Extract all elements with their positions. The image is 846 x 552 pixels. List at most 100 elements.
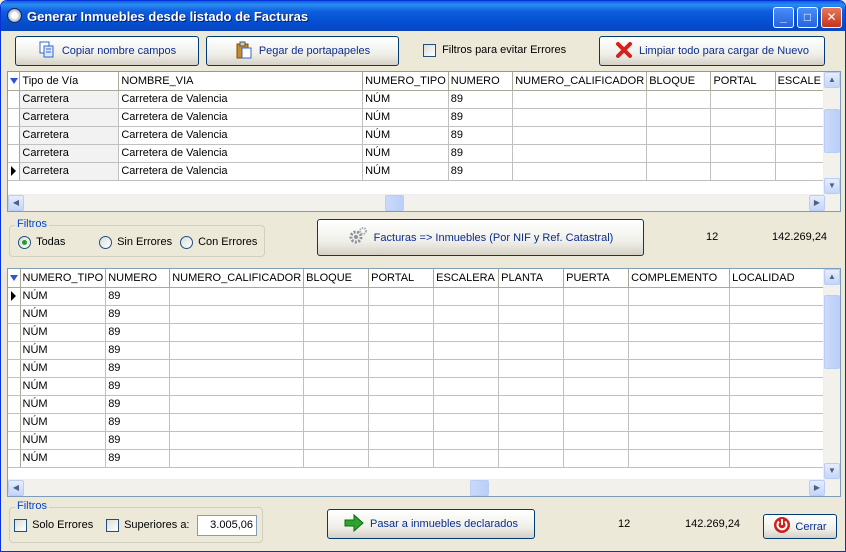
table-cell[interactable] — [729, 341, 832, 360]
table-cell[interactable]: Carretera — [19, 108, 120, 127]
table-cell[interactable]: NÚM — [20, 341, 107, 360]
table-cell[interactable] — [368, 359, 435, 378]
table-cell[interactable] — [710, 108, 776, 127]
column-header[interactable]: NUMERO — [105, 269, 171, 288]
table-cell[interactable] — [646, 162, 712, 181]
table-cell[interactable] — [498, 287, 565, 306]
greater-than-option[interactable]: Superiores a: — [106, 519, 190, 532]
table-row[interactable]: NÚM 89 — [8, 395, 837, 414]
table-cell[interactable] — [628, 323, 731, 342]
table-cell[interactable] — [368, 413, 435, 432]
table-cell[interactable] — [169, 287, 305, 306]
table-cell[interactable] — [368, 449, 435, 468]
scroll-left-button[interactable]: ◀ — [8, 480, 24, 496]
column-header[interactable]: NUMERO_CALIFICADOR — [169, 269, 305, 288]
radio-con-errores[interactable]: Con Errores — [180, 236, 257, 249]
table-cell[interactable] — [563, 377, 630, 396]
row-indicator[interactable] — [8, 144, 21, 163]
row-indicator[interactable] — [8, 90, 21, 109]
table-cell[interactable] — [563, 287, 630, 306]
row-indicator[interactable] — [8, 162, 21, 181]
row-indicator[interactable] — [8, 323, 21, 342]
row-indicator[interactable] — [8, 449, 21, 468]
table-cell[interactable]: 89 — [105, 377, 171, 396]
table-cell[interactable] — [498, 323, 565, 342]
table-cell[interactable] — [628, 341, 731, 360]
table-cell[interactable] — [563, 395, 630, 414]
table-cell[interactable] — [563, 323, 630, 342]
table-cell[interactable] — [303, 323, 370, 342]
table-cell[interactable]: Carretera de Valencia — [118, 162, 364, 181]
table-cell[interactable]: NÚM — [20, 431, 107, 450]
table-cell[interactable]: NÚM — [362, 162, 449, 181]
table-cell[interactable] — [303, 305, 370, 324]
table-cell[interactable] — [433, 377, 500, 396]
title-bar[interactable]: Generar Inmuebles desde listado de Factu… — [1, 1, 845, 31]
table-cell[interactable] — [303, 413, 370, 432]
table-cell[interactable] — [628, 449, 731, 468]
scroll-down-button[interactable]: ▼ — [824, 178, 840, 194]
table-cell[interactable]: Carretera de Valencia — [118, 126, 364, 145]
scroll-thumb[interactable] — [824, 109, 840, 153]
table-cell[interactable] — [563, 431, 630, 450]
table-cell[interactable] — [433, 305, 500, 324]
table-cell[interactable]: 89 — [105, 341, 171, 360]
table-cell[interactable] — [512, 108, 648, 127]
table-cell[interactable] — [303, 395, 370, 414]
table-cell[interactable] — [433, 431, 500, 450]
table-cell[interactable] — [646, 144, 712, 163]
radio-sin-errores[interactable]: Sin Errores — [99, 236, 172, 249]
table-cell[interactable]: Carretera de Valencia — [118, 90, 364, 109]
table-cell[interactable]: NÚM — [20, 305, 107, 324]
scroll-thumb[interactable] — [385, 195, 404, 211]
table-cell[interactable] — [169, 359, 305, 378]
filter-header[interactable] — [8, 72, 21, 91]
table-cell[interactable] — [498, 449, 565, 468]
table-cell[interactable] — [563, 341, 630, 360]
table-cell[interactable] — [563, 359, 630, 378]
table-cell[interactable] — [303, 359, 370, 378]
column-header[interactable]: COMPLEMENTO — [628, 269, 731, 288]
table-cell[interactable] — [498, 395, 565, 414]
convert-invoices-button[interactable]: Facturas => Inmuebles (Por NIF y Ref. Ca… — [317, 219, 644, 256]
table-row[interactable]: NÚM 89 — [8, 413, 837, 432]
table-cell[interactable] — [169, 305, 305, 324]
table-row[interactable]: NÚM 89 — [8, 323, 837, 342]
column-header[interactable]: PUERTA — [563, 269, 630, 288]
table-cell[interactable] — [646, 126, 712, 145]
table-cell[interactable]: Carretera de Valencia — [118, 144, 364, 163]
table-cell[interactable]: 89 — [448, 126, 514, 145]
table-cell[interactable] — [303, 377, 370, 396]
table-cell[interactable] — [368, 431, 435, 450]
table-cell[interactable]: NÚM — [20, 359, 107, 378]
scroll-thumb[interactable] — [824, 295, 840, 369]
filters-avoid-errors-option[interactable]: Filtros para evitar Errores — [423, 44, 566, 57]
column-header[interactable]: ESCALERA — [433, 269, 500, 288]
row-indicator[interactable] — [8, 126, 21, 145]
table-row[interactable]: NÚM 89 — [8, 359, 837, 378]
table-cell[interactable]: NÚM — [20, 323, 107, 342]
table-cell[interactable] — [628, 413, 731, 432]
table-cell[interactable]: NÚM — [20, 449, 107, 468]
threshold-input[interactable]: 3.005,06 — [197, 515, 257, 536]
table-cell[interactable] — [512, 144, 648, 163]
table-cell[interactable]: 89 — [448, 144, 514, 163]
column-header[interactable]: NOMBRE_VIA — [118, 72, 364, 91]
table-cell[interactable] — [169, 449, 305, 468]
radio-todas-indicator[interactable] — [18, 236, 31, 249]
table-cell[interactable] — [628, 359, 731, 378]
table-cell[interactable]: NÚM — [362, 144, 449, 163]
row-indicator[interactable] — [8, 359, 21, 378]
table-cell[interactable] — [498, 413, 565, 432]
table-cell[interactable] — [303, 449, 370, 468]
table-cell[interactable] — [512, 162, 648, 181]
table-cell[interactable] — [628, 287, 731, 306]
radio-todas[interactable]: Todas — [18, 236, 65, 249]
table-cell[interactable] — [729, 377, 832, 396]
maximize-button[interactable]: □ — [797, 7, 818, 28]
copy-fields-button[interactable]: Copiar nombre campos — [15, 36, 199, 66]
table-cell[interactable] — [729, 359, 832, 378]
scroll-down-button[interactable]: ▼ — [824, 463, 840, 479]
table-cell[interactable]: 89 — [105, 395, 171, 414]
table-cell[interactable] — [368, 323, 435, 342]
